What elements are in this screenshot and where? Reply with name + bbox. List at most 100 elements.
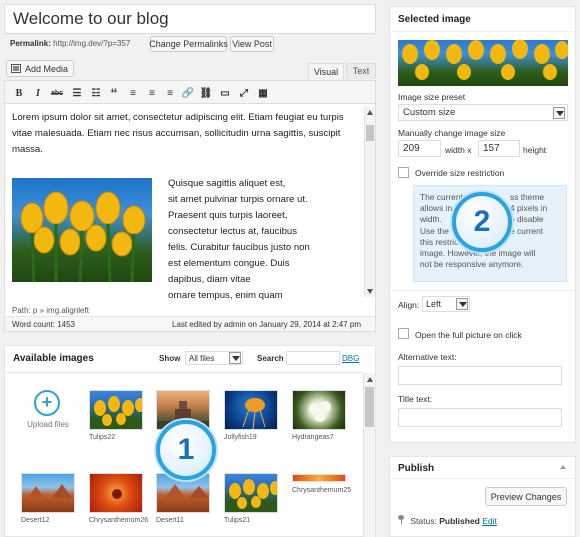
permalink-url[interactable]: http://img.dev/?p=357 [53,39,130,48]
publish-divider [390,478,575,479]
search-link[interactable]: DBG [342,354,359,363]
align-label: Align: [398,300,420,310]
add-media-button[interactable]: Add Media [6,60,74,77]
strikethrough-icon[interactable]: abc [50,86,64,100]
last-edited: Last edited by admin on January 29, 2014… [172,320,362,329]
desert-thumb [28,484,72,498]
editor-float-text[interactable]: Quisque sagittis aliquet est, sit amet p… [168,176,358,304]
manual-size-label: Manually change image size [398,128,506,138]
add-media-icon [11,64,21,73]
editor-paragraph[interactable]: Lorem ipsum dolor sit amet, consectetur … [12,110,356,158]
width-label: width x [445,145,472,155]
preset-select[interactable]: Custom size [398,104,568,121]
scroll-thumb[interactable] [366,125,374,141]
chrysanthemum-thumb [112,489,122,499]
width-value: 209 [403,143,420,154]
image-thumb-chrysanthemum25[interactable] [292,474,346,482]
image-thumb-chrysanthemum26[interactable] [89,473,143,513]
preset-label: Image size preset [398,92,466,102]
editor-path: Path: p » img.alignleft [12,306,89,315]
preset-value: Custom size [403,107,456,118]
bullet-list-icon[interactable]: ☰ [70,86,84,100]
image-label: Tulips21 [224,517,251,524]
image-thumb-tulips22[interactable] [89,390,143,430]
preview-changes-button[interactable]: Preview Changes [485,487,567,506]
tab-text[interactable]: Text [346,63,376,79]
status-edit-link[interactable]: Edit [482,516,497,526]
align-center-icon[interactable]: ≡ [145,86,159,100]
chevron-down-icon [553,106,565,119]
publish-title: Publish [398,463,435,474]
selected-panel-divider [390,31,575,32]
link-icon[interactable]: 🔗 [181,86,195,100]
publish-collapse-icon[interactable] [560,465,566,469]
toolbar-toggle-icon[interactable]: ▦ [256,86,270,100]
callout-badge-2: 2 [452,192,512,252]
scroll-thumb[interactable] [365,387,374,427]
align-value: Left [426,299,442,309]
post-title-text: Welcome to our blog [13,9,169,28]
align-divider [390,290,575,291]
jellyfish-thumb [242,398,266,429]
available-images-title: Available images [13,353,94,364]
align-left-icon[interactable]: ≡ [126,86,140,100]
image-thumb-desert12[interactable] [21,473,75,513]
align-right-icon[interactable]: ≡ [163,86,177,100]
library-scrollbar[interactable] [363,373,375,537]
image-thumb-jellyfish19[interactable] [224,390,278,430]
float-line: consectetur lectus at, faucibus [168,226,298,237]
blockquote-icon[interactable]: “ [107,85,121,101]
tulips-preview [402,40,568,80]
callout-badge-1: 1 [156,420,216,480]
open-full-checkbox[interactable] [398,328,409,339]
image-label: Chrysanthemum25 [292,487,352,494]
scroll-up-icon[interactable] [367,110,373,115]
more-tag-icon[interactable]: ▭ [218,86,232,100]
tulips-thumb [94,396,142,426]
editor-tulips-image[interactable] [12,178,152,282]
title-text-input[interactable] [398,408,562,427]
fullscreen-icon[interactable]: ⤢ [237,86,251,100]
show-filter-value: All files [189,353,215,363]
upload-label: Upload files [27,420,69,429]
callout-number-2: 2 [473,205,491,238]
bold-icon[interactable]: B [12,86,26,100]
align-select[interactable]: Left [422,296,470,312]
image-label: Hydrangeas7 [292,434,334,441]
post-title-input[interactable]: Welcome to our blog [4,4,376,34]
alt-text-input[interactable] [398,366,562,385]
upload-files-button[interactable]: + Upload files [22,388,74,446]
search-input[interactable] [286,351,340,365]
image-thumb-hydrangeas7[interactable] [292,390,346,430]
image-label: Jollyfish19 [224,434,257,441]
view-post-button[interactable]: View Post [230,36,274,52]
float-line: ornare tempus, enim quam [168,290,283,301]
scroll-up-icon[interactable] [367,377,373,382]
pin-icon [398,515,404,524]
show-label: Show [159,354,181,363]
width-input[interactable]: 209 [398,140,441,157]
height-label: height [523,145,547,155]
float-line: felis. Curabitur faucibus justo non [168,242,310,253]
italic-icon[interactable]: I [31,86,45,100]
height-input[interactable]: 157 [478,140,520,157]
unlink-icon[interactable]: ⛓ [199,86,213,100]
callout-number-1: 1 [177,433,195,466]
show-filter-select[interactable]: All files [185,351,243,365]
status-row: Status: Published Edit [398,515,497,526]
height-value: 157 [483,143,500,154]
change-permalinks-button[interactable]: Change Permalinks [149,36,228,52]
tab-visual[interactable]: Visual [308,63,344,80]
image-thumb-tulips21[interactable] [224,473,278,513]
alt-text-label: Alternative text: [398,352,457,362]
image-label: Desert11 [156,517,184,524]
scroll-down-icon[interactable] [367,289,373,294]
status-label: Status: [410,516,437,526]
title-text-label: Title text: [398,394,433,404]
numbered-list-icon[interactable]: ☷ [89,86,103,100]
override-checkbox[interactable] [398,167,409,178]
status-value: Published [439,516,480,526]
float-line: dapibus, diam vitae [168,274,251,285]
float-line: Praesent quis turpis laoreet, [168,210,288,221]
editor-scrollbar[interactable] [364,107,375,297]
